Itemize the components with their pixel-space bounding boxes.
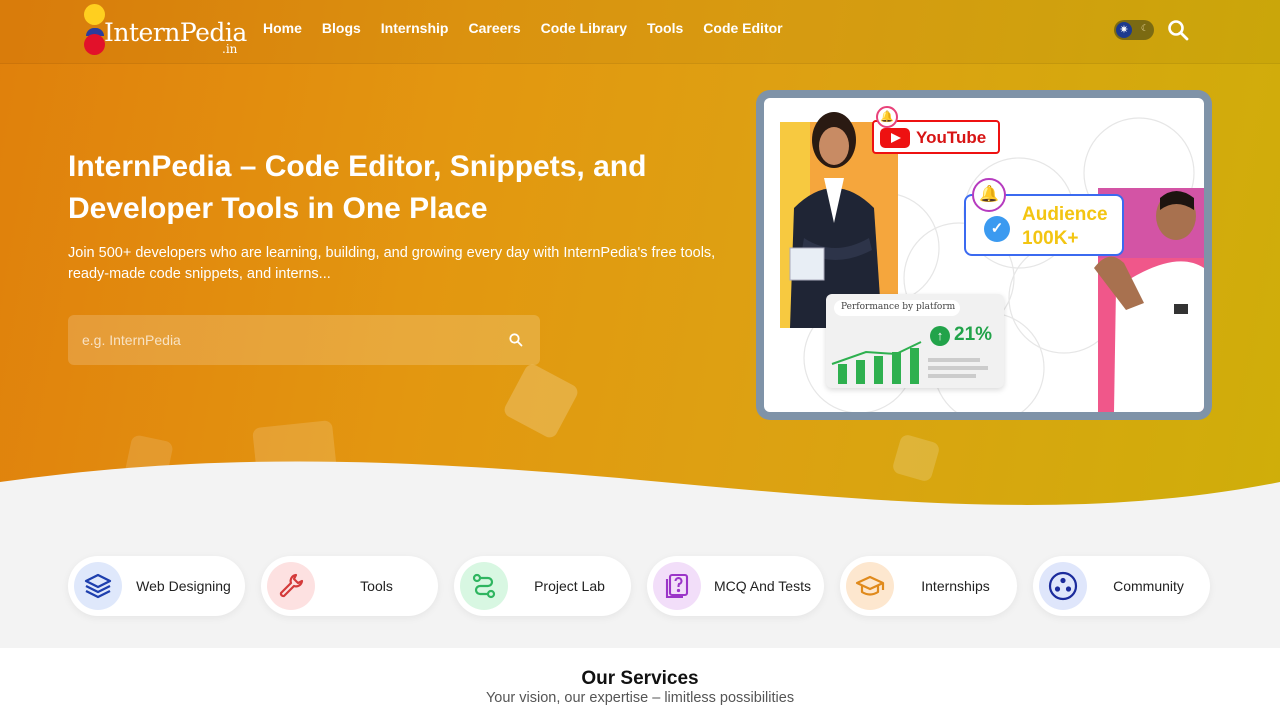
bell-icon: 🔔: [972, 178, 1006, 212]
performance-chart: [831, 341, 988, 384]
site-logo[interactable]: InternPedia .in: [82, 4, 247, 58]
service-card-internships[interactable]: Internships: [840, 556, 1017, 616]
route-icon: [460, 562, 508, 610]
performance-card: Performance by platform ↑ 21%: [826, 294, 1004, 388]
hero-search-input[interactable]: [68, 315, 488, 365]
main-nav: Home Blogs Internship Careers Code Libra…: [263, 20, 783, 36]
nav-careers[interactable]: Careers: [468, 20, 520, 36]
nav-code-library[interactable]: Code Library: [541, 20, 627, 36]
search-icon[interactable]: [508, 332, 524, 348]
bell-icon: 🔔: [876, 106, 898, 128]
logo-dot-red: [84, 34, 105, 55]
sun-icon: ✷: [1116, 22, 1132, 38]
decor-square: [501, 361, 581, 441]
question-file-icon: [653, 562, 701, 610]
service-card-tools[interactable]: Tools: [261, 556, 438, 616]
nav-internship[interactable]: Internship: [381, 20, 449, 36]
youtube-icon: [880, 128, 910, 148]
service-label: Tools: [360, 578, 393, 594]
service-card-mcq-tests[interactable]: MCQ And Tests: [647, 556, 824, 616]
nav-tools[interactable]: Tools: [647, 20, 683, 36]
community-icon: [1039, 562, 1087, 610]
hero-title: InternPedia – Code Editor, Snippets, and…: [68, 150, 647, 225]
illustration-canvas: YouTube 🔔 ✓ Audience 100K+ 🔔 Performance…: [764, 98, 1204, 412]
audience-value: 100K+: [1022, 228, 1079, 249]
service-label: MCQ And Tests: [713, 578, 811, 594]
logo-suffix: .in: [222, 42, 238, 56]
theme-toggle[interactable]: ✷ ☾: [1114, 20, 1154, 40]
service-label: Web Designing: [136, 578, 231, 594]
hero-section: InternPedia .in Home Blogs Internship Ca…: [0, 0, 1280, 530]
services-row: Web Designing Tools Project Lab MCQ And …: [68, 556, 1210, 616]
youtube-label: YouTube: [916, 128, 987, 147]
service-card-project-lab[interactable]: Project Lab: [454, 556, 631, 616]
verified-icon: ✓: [984, 216, 1010, 242]
hero-search-box: [68, 315, 540, 365]
nav-home[interactable]: Home: [263, 20, 302, 36]
section-title: Our Services: [581, 668, 699, 689]
section-subtitle: Your vision, our expertise – limitless p…: [485, 690, 795, 706]
graduation-cap-icon: [846, 562, 894, 610]
service-card-community[interactable]: Community: [1033, 556, 1210, 616]
search-icon[interactable]: [1166, 18, 1190, 42]
wrench-icon: [267, 562, 315, 610]
audience-label: Audience: [1022, 204, 1108, 225]
nav-code-editor[interactable]: Code Editor: [703, 20, 782, 36]
service-label: Community: [1113, 578, 1184, 594]
layers-icon: [74, 562, 122, 610]
navbar: InternPedia .in Home Blogs Internship Ca…: [0, 0, 1280, 64]
logo-dot-yellow: [84, 4, 105, 25]
nav-blogs[interactable]: Blogs: [322, 20, 361, 36]
moon-icon: ☾: [1140, 23, 1149, 33]
service-card-web-designing[interactable]: Web Designing: [68, 556, 245, 616]
service-label: Internships: [921, 578, 990, 594]
service-label: Project Lab: [534, 578, 605, 594]
hero-illustration: YouTube 🔔 ✓ Audience 100K+ 🔔 Performance…: [756, 90, 1212, 420]
hero-wave: [0, 461, 1280, 538]
our-services-section: Our Services Your vision, our expertise …: [0, 648, 1280, 720]
hero-description: Join 500+ developers who are learning, b…: [68, 245, 716, 282]
